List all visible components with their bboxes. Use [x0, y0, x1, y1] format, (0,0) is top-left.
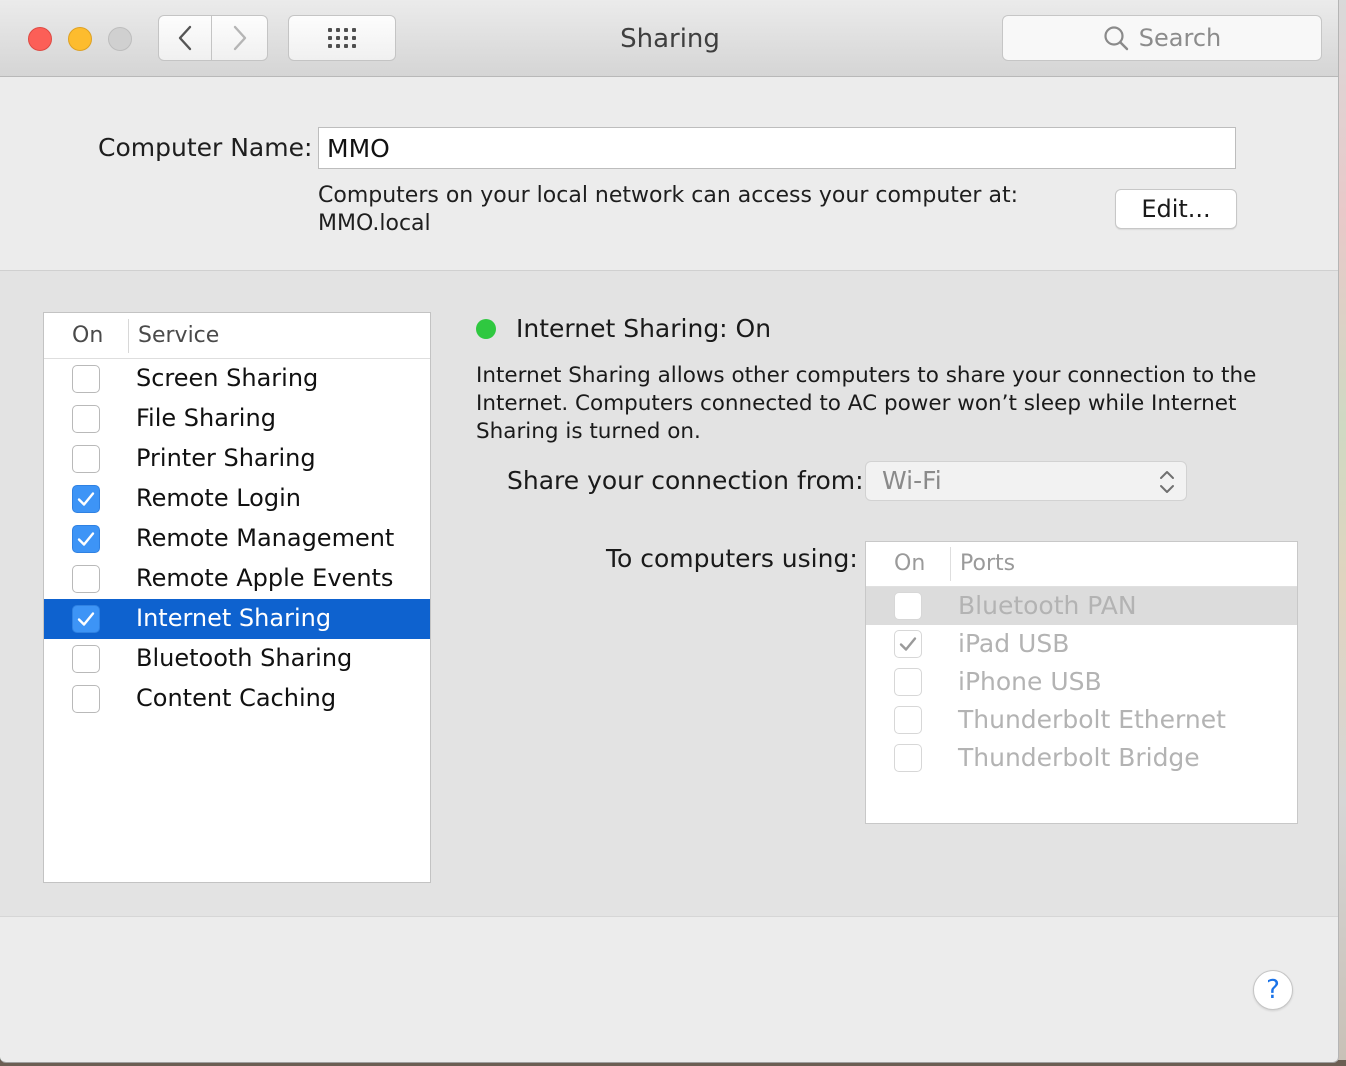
- window-title: Sharing: [620, 24, 720, 54]
- port-checkbox-iphone-usb[interactable]: [894, 668, 922, 696]
- search-field[interactable]: Search: [1002, 15, 1322, 61]
- port-label: iPad USB: [958, 629, 1070, 658]
- share-from-label: Share your connection from:: [507, 466, 864, 495]
- services-list[interactable]: On Service Screen Sharing File Sharing Pri…: [43, 312, 431, 883]
- computer-name-label: Computer Name:: [98, 133, 313, 162]
- service-row-screen-sharing[interactable]: Screen Sharing: [44, 359, 430, 399]
- ports-header: On Ports: [866, 542, 1297, 587]
- ports-list[interactable]: On Ports Bluetooth PAN iPad USB iPhone USB…: [865, 541, 1298, 824]
- service-row-internet-sharing[interactable]: Internet Sharing: [44, 599, 430, 639]
- port-row-bluetooth-pan[interactable]: Bluetooth PAN: [866, 587, 1297, 625]
- column-divider: [128, 319, 129, 353]
- updown-arrows-icon: [1160, 471, 1174, 493]
- port-label: Thunderbolt Ethernet: [958, 705, 1226, 734]
- port-label: Bluetooth PAN: [958, 591, 1137, 620]
- port-checkbox-ipad-usb[interactable]: [894, 630, 922, 658]
- service-label: Bluetooth Sharing: [136, 644, 353, 672]
- close-button[interactable]: [28, 27, 52, 51]
- column-header-service[interactable]: Service: [138, 323, 219, 348]
- service-label: Content Caching: [136, 684, 337, 712]
- service-row-bluetooth-sharing[interactable]: Bluetooth Sharing: [44, 639, 430, 679]
- service-label: File Sharing: [136, 404, 276, 432]
- service-checkbox-internet-sharing[interactable]: [72, 605, 100, 633]
- port-label: Thunderbolt Bridge: [958, 743, 1200, 772]
- back-button[interactable]: [158, 15, 212, 61]
- service-row-remote-management[interactable]: Remote Management: [44, 519, 430, 559]
- service-checkbox-printer-sharing[interactable]: [72, 445, 100, 473]
- port-checkbox-thunderbolt-bridge[interactable]: [894, 744, 922, 772]
- desktop-background-edge: [1338, 0, 1346, 1066]
- edit-button[interactable]: Edit...: [1115, 189, 1237, 229]
- computer-address-description: Computers on your local network can acce…: [318, 182, 1018, 238]
- service-row-content-caching[interactable]: Content Caching: [44, 679, 430, 719]
- service-checkbox-screen-sharing[interactable]: [72, 365, 100, 393]
- port-row-thunderbolt-ethernet[interactable]: Thunderbolt Ethernet: [866, 701, 1297, 739]
- service-checkbox-bluetooth-sharing[interactable]: [72, 645, 100, 673]
- ports-column-header-ports[interactable]: Ports: [960, 551, 1015, 576]
- service-status-title: Internet Sharing: On: [516, 314, 772, 343]
- grid-icon: [328, 28, 356, 48]
- port-row-thunderbolt-bridge[interactable]: Thunderbolt Bridge: [866, 739, 1297, 777]
- service-row-remote-login[interactable]: Remote Login: [44, 479, 430, 519]
- ports-column-header-on[interactable]: On: [894, 551, 925, 576]
- service-label: Remote Login: [136, 484, 301, 512]
- checkmark-icon: [77, 612, 95, 626]
- service-row-file-sharing[interactable]: File Sharing: [44, 399, 430, 439]
- service-row-printer-sharing[interactable]: Printer Sharing: [44, 439, 430, 479]
- checkmark-icon: [899, 637, 917, 651]
- service-row-remote-apple-events[interactable]: Remote Apple Events: [44, 559, 430, 599]
- port-checkbox-thunderbolt-ethernet[interactable]: [894, 706, 922, 734]
- minimize-button[interactable]: [68, 27, 92, 51]
- share-from-value: Wi-Fi: [882, 466, 942, 495]
- computer-name-field[interactable]: MMO: [318, 127, 1236, 169]
- service-checkbox-file-sharing[interactable]: [72, 405, 100, 433]
- local-hostname: MMO.local: [318, 211, 431, 236]
- service-checkbox-remote-apple-events[interactable]: [72, 565, 100, 593]
- port-label: iPhone USB: [958, 667, 1102, 696]
- search-icon: [1104, 26, 1128, 51]
- service-label: Printer Sharing: [136, 444, 316, 472]
- chevron-left-icon: [178, 25, 192, 51]
- sharing-window: Sharing Search Computer Name: MMO Comput…: [0, 0, 1339, 1063]
- service-checkbox-remote-management[interactable]: [72, 525, 100, 553]
- service-label: Remote Apple Events: [136, 564, 394, 592]
- service-checkbox-content-caching[interactable]: [72, 685, 100, 713]
- checkmark-icon: [77, 532, 95, 546]
- service-label: Screen Sharing: [136, 364, 319, 392]
- titlebar: Sharing Search: [0, 0, 1338, 77]
- service-label: Internet Sharing: [136, 604, 332, 632]
- checkmark-icon: [77, 492, 95, 506]
- search-placeholder: Search: [1138, 24, 1222, 52]
- help-button[interactable]: ?: [1253, 970, 1293, 1010]
- column-divider: [950, 547, 951, 581]
- chevron-right-icon: [233, 25, 246, 51]
- port-row-ipad-usb[interactable]: iPad USB: [866, 625, 1297, 663]
- to-computers-label: To computers using:: [606, 544, 858, 573]
- column-header-on[interactable]: On: [72, 323, 103, 348]
- share-from-popup[interactable]: Wi-Fi: [865, 461, 1187, 501]
- service-checkbox-remote-login[interactable]: [72, 485, 100, 513]
- zoom-button[interactable]: [108, 27, 132, 51]
- show-all-button[interactable]: [288, 15, 396, 61]
- status-indicator: [476, 319, 496, 339]
- address-description-text: Computers on your local network can acce…: [318, 183, 1018, 208]
- port-row-iphone-usb[interactable]: iPhone USB: [866, 663, 1297, 701]
- forward-button[interactable]: [212, 15, 268, 61]
- services-header: On Service: [44, 313, 430, 359]
- service-label: Remote Management: [136, 524, 395, 552]
- service-description: Internet Sharing allows other computers …: [476, 363, 1257, 444]
- port-checkbox-bluetooth-pan[interactable]: [894, 592, 922, 620]
